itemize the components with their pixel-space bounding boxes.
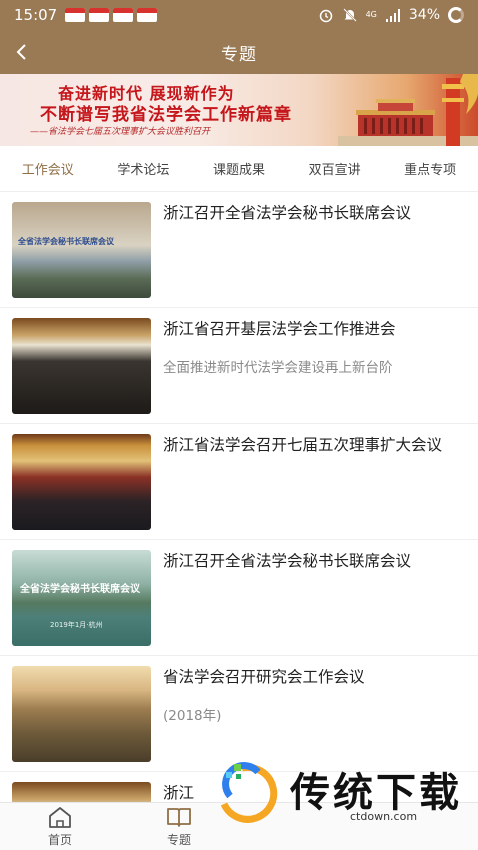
- app-notification-icon: [137, 8, 158, 22]
- category-tabs: 工作会议 学术论坛 课题成果 双百宣讲 重点专项: [0, 146, 478, 192]
- watermark: 传统下载 ctdown.com: [214, 752, 478, 828]
- nav-topics[interactable]: 专题: [149, 805, 209, 848]
- tab-work-meetings[interactable]: 工作会议: [0, 159, 96, 178]
- mute-icon: [342, 8, 357, 22]
- article-thumbnail: [12, 782, 151, 802]
- thumbnail-date: 2019年1月·杭州: [50, 621, 103, 629]
- back-button[interactable]: [6, 36, 38, 68]
- watermark-logo-icon: [220, 762, 278, 823]
- tab-research-results[interactable]: 课题成果: [191, 159, 287, 178]
- article-list: 全省法学会秘书长联席会议 浙江召开全省法学会秘书长联席会议 浙江省召开基层法学会…: [0, 192, 478, 802]
- thumbnail-caption: 全省法学会秘书长联席会议: [18, 237, 114, 246]
- article-thumbnail: [12, 666, 151, 762]
- article-title: 省法学会召开研究会工作会议: [163, 668, 365, 686]
- battery-icon: [448, 7, 464, 23]
- page-title: 专题: [221, 44, 257, 65]
- nav-home[interactable]: 首页: [30, 805, 90, 848]
- alarm-icon: [319, 9, 332, 23]
- banner-headline-2: 不断谱写我省法学会工作新篇章: [40, 105, 292, 125]
- chevron-left-icon: [16, 44, 26, 60]
- tab-double-hundred[interactable]: 双百宣讲: [287, 159, 383, 178]
- article-title: 浙江召开全省法学会秘书长联席会议: [163, 552, 412, 570]
- list-item[interactable]: 全省法学会秘书长联席会议 浙江召开全省法学会秘书长联席会议: [0, 192, 478, 308]
- nav-home-label: 首页: [47, 833, 72, 847]
- watermark-url: ctdown.com: [350, 810, 418, 823]
- article-title: 浙江召开全省法学会秘书长联席会议: [163, 204, 412, 222]
- notification-icons: [65, 8, 158, 22]
- battery-percent: 34%: [408, 7, 440, 23]
- app-header: 专题: [0, 30, 478, 74]
- article-thumbnail: [12, 434, 151, 530]
- book-icon: [167, 808, 191, 827]
- status-time: 15:07: [14, 6, 58, 24]
- article-subtitle: (2018年): [163, 708, 222, 724]
- app-notification-icon: [65, 8, 86, 22]
- article-thumbnail: 全省法学会秘书长联席会议 2019年1月·杭州: [12, 550, 151, 646]
- article-subtitle: 全面推进新时代法学会建设再上新台阶: [163, 360, 393, 376]
- article-title: 浙江省召开基层法学会工作推进会: [163, 320, 396, 338]
- tab-academic-forums[interactable]: 学术论坛: [96, 159, 192, 178]
- network-indicator: 4G: [365, 10, 377, 19]
- list-item[interactable]: 全省法学会秘书长联席会议 2019年1月·杭州 浙江召开全省法学会秘书长联席会议: [0, 540, 478, 656]
- signal-icon: [385, 9, 400, 22]
- nav-topics-label: 专题: [166, 833, 191, 847]
- article-thumbnail: 全省法学会秘书长联席会议: [12, 202, 151, 298]
- app-notification-icon: [89, 8, 110, 22]
- thumbnail-caption: 全省法学会秘书长联席会议: [20, 584, 140, 595]
- great-hall-illustration: [338, 74, 478, 146]
- list-item[interactable]: 浙江省召开基层法学会工作推进会 全面推进新时代法学会建设再上新台阶: [0, 308, 478, 424]
- app-notification-icon: [113, 8, 134, 22]
- home-icon: [49, 807, 71, 828]
- status-bar: 15:07 4G 34%: [0, 0, 478, 30]
- status-right: 4G 34%: [318, 7, 464, 23]
- topic-banner[interactable]: 奋进新时代 展现新作为 不断谱写我省法学会工作新篇章 ——省法学会七届五次理事扩…: [0, 74, 478, 146]
- article-thumbnail: [12, 318, 151, 414]
- list-item[interactable]: 浙江省法学会召开七届五次理事扩大会议: [0, 424, 478, 540]
- tab-key-projects[interactable]: 重点专项: [382, 159, 478, 178]
- banner-subtitle: ——省法学会七届五次理事扩大会议胜利召开: [30, 127, 211, 137]
- article-title: 浙江省法学会召开七届五次理事扩大会议: [163, 436, 443, 454]
